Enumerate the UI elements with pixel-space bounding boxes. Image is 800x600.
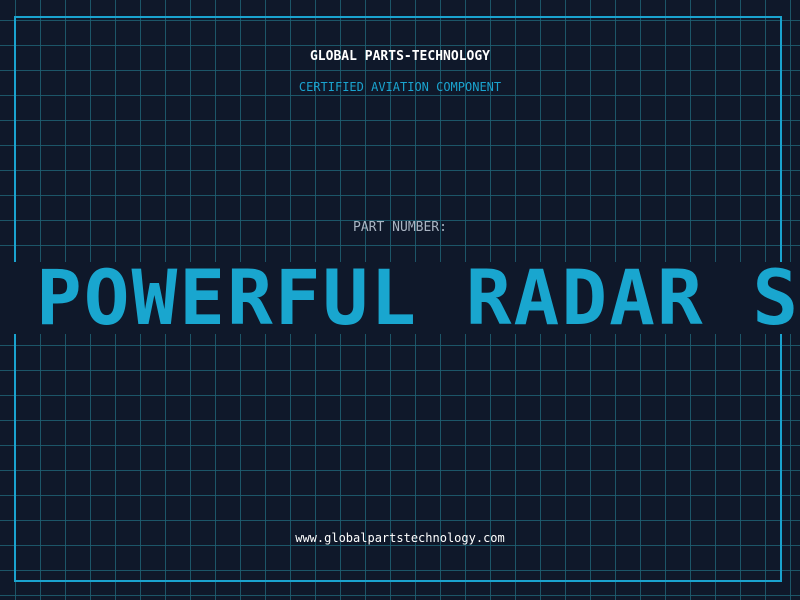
certification-tagline: CERTIFIED AVIATION COMPONENT [298,80,502,94]
company-name: GLOBAL PARTS-TECHNOLOGY [309,49,490,64]
website-url: www.globalpartstechnology.com [295,531,505,545]
part-label-card: GLOBAL PARTS-TECHNOLOGY CERTIFIED AVIATI… [0,0,800,600]
part-number-value: POWERFUL RADAR SY [36,262,800,334]
part-number-banner: POWERFUL RADAR SY [0,262,800,334]
part-number-label: PART NUMBER: [353,220,447,235]
